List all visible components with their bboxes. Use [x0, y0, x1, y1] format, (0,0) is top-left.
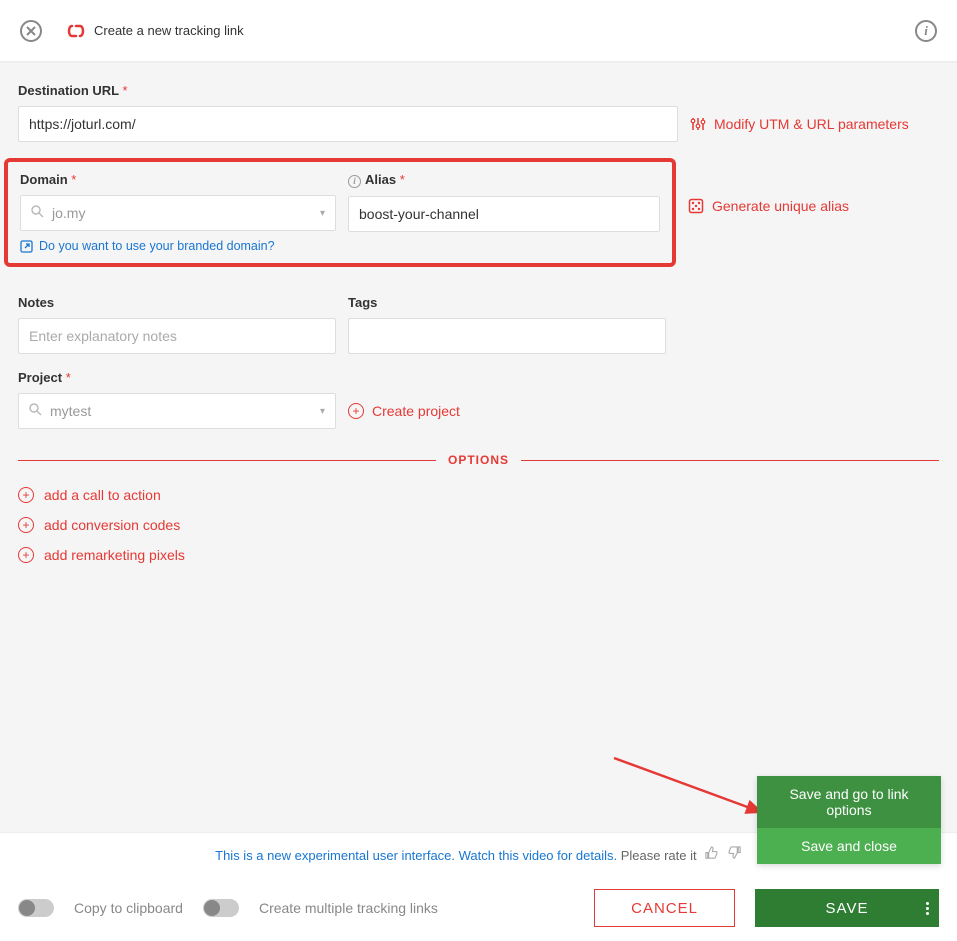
multi-links-label: Create multiple tracking links	[259, 900, 438, 916]
external-link-icon	[20, 240, 33, 253]
alias-label: iAlias *	[348, 172, 660, 188]
add-remarketing-link[interactable]: + add remarketing pixels	[18, 547, 939, 563]
chevron-down-icon: ▾	[320, 208, 325, 219]
info-button[interactable]: i	[915, 20, 937, 42]
options-divider: OPTIONS	[18, 453, 939, 467]
logo-icon	[66, 21, 86, 41]
page-title: Create a new tracking link	[94, 23, 244, 38]
alias-input[interactable]	[348, 196, 660, 232]
notes-input[interactable]	[18, 318, 336, 354]
close-button[interactable]	[20, 20, 42, 42]
copy-clipboard-toggle[interactable]	[18, 899, 54, 917]
plus-circle-icon: +	[18, 487, 34, 503]
project-value: mytest	[50, 403, 91, 419]
save-close[interactable]: Save and close	[757, 828, 941, 864]
chevron-down-icon: ▾	[320, 406, 325, 417]
branded-domain-link[interactable]: Do you want to use your branded domain?	[20, 239, 336, 253]
experimental-ui-link[interactable]: This is a new experimental user interfac…	[215, 848, 617, 863]
more-dots-icon[interactable]	[926, 902, 929, 915]
project-label: Project *	[18, 370, 939, 385]
close-icon	[26, 26, 36, 36]
domain-value: jo.my	[52, 205, 85, 221]
domain-alias-highlight: Domain * jo.my ▾ Do you want to use your…	[4, 158, 676, 267]
notes-label: Notes	[18, 295, 336, 310]
generate-alias-link[interactable]: Generate unique alias	[688, 188, 849, 224]
tags-label: Tags	[348, 295, 666, 310]
sliders-icon	[690, 116, 706, 132]
rate-text: Please rate it	[617, 848, 700, 863]
footer-bar: Copy to clipboard Create multiple tracki…	[0, 875, 957, 941]
info-icon: i	[348, 175, 361, 188]
domain-label: Domain *	[20, 172, 336, 187]
project-select[interactable]: mytest ▾	[18, 393, 336, 429]
thumbs-up-icon[interactable]	[704, 848, 723, 863]
save-go-options[interactable]: Save and go to link options	[757, 776, 941, 828]
save-menu: Save and go to link options Save and clo…	[757, 776, 941, 864]
plus-circle-icon: +	[18, 517, 34, 533]
create-project-link[interactable]: + Create project	[348, 393, 460, 429]
multi-links-toggle[interactable]	[203, 899, 239, 917]
search-icon	[29, 403, 42, 419]
destination-url-input[interactable]	[18, 106, 678, 142]
copy-clipboard-label: Copy to clipboard	[74, 900, 183, 916]
modify-utm-link[interactable]: Modify UTM & URL parameters	[690, 106, 909, 142]
domain-select[interactable]: jo.my ▾	[20, 195, 336, 231]
save-button[interactable]: SAVE	[755, 889, 939, 927]
cancel-button[interactable]: CANCEL	[594, 889, 735, 927]
add-conversion-link[interactable]: + add conversion codes	[18, 517, 939, 533]
modal-header: Create a new tracking link i	[0, 0, 957, 62]
thumbs-down-icon[interactable]	[727, 848, 742, 863]
destination-url-label: Destination URL *	[18, 83, 939, 98]
plus-circle-icon: +	[18, 547, 34, 563]
plus-circle-icon: +	[348, 403, 364, 419]
form-body: Destination URL * Modify UTM & URL param…	[0, 62, 957, 832]
dice-icon	[688, 198, 704, 214]
search-icon	[31, 205, 44, 221]
tags-input[interactable]	[348, 318, 666, 354]
add-cta-link[interactable]: + add a call to action	[18, 487, 939, 503]
